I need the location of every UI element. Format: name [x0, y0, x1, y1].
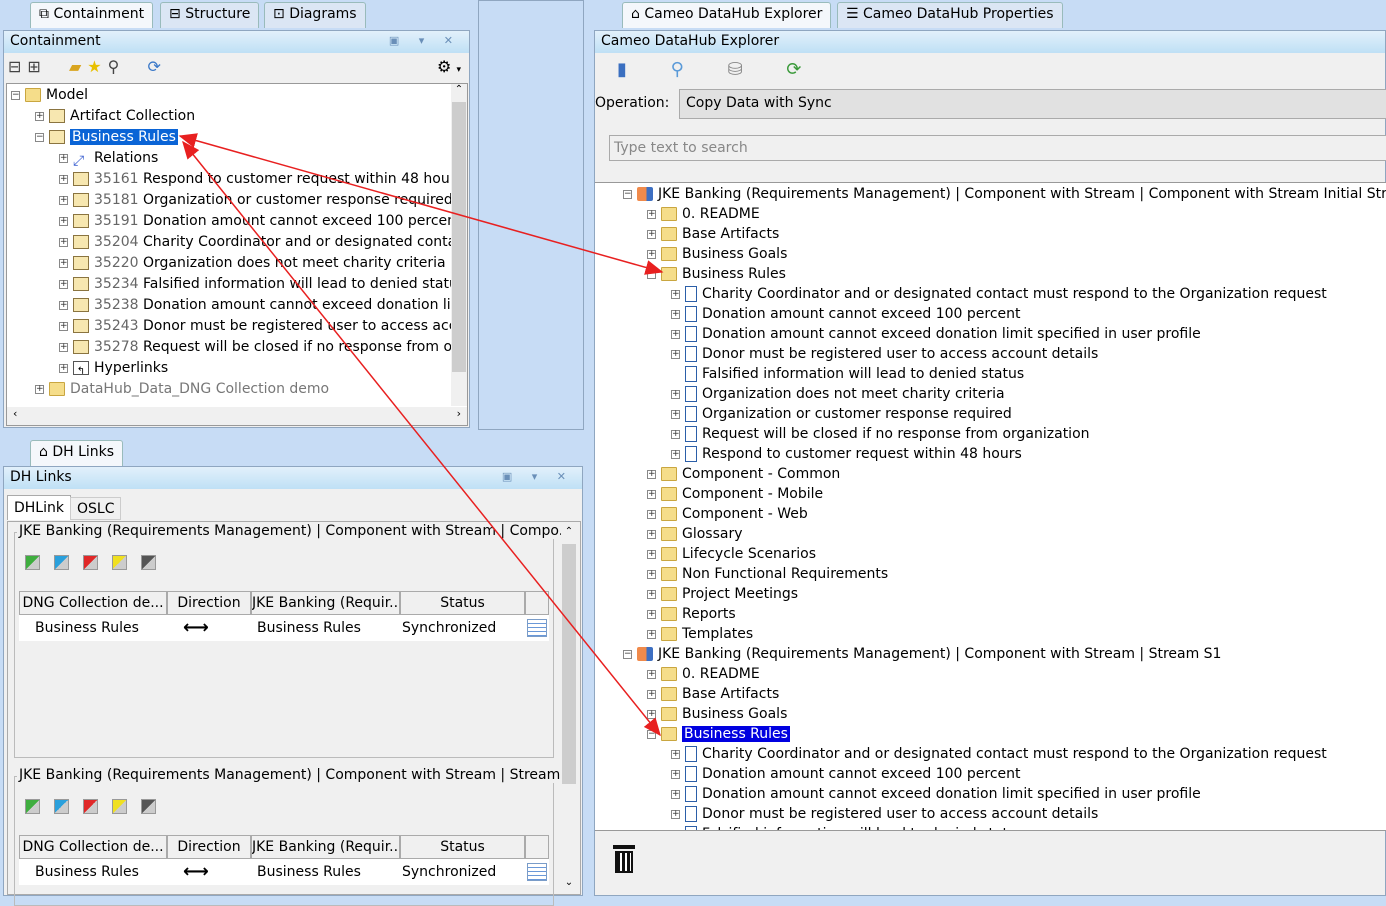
annotation-arrows — [178, 133, 664, 737]
arrow-initial-stream — [178, 133, 664, 275]
arrow-stream-s1 — [182, 140, 661, 737]
